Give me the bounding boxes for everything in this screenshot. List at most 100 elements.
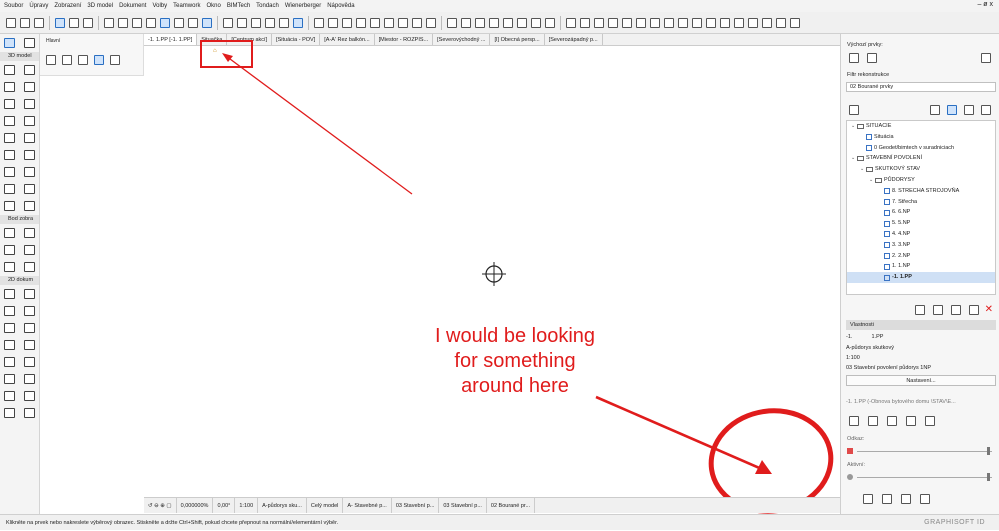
- scale-value[interactable]: 1:100: [235, 498, 259, 513]
- link-icon[interactable]: [849, 416, 859, 426]
- tree-folder-item[interactable]: ⌄ SKUTKOVÝ STAV: [847, 164, 995, 175]
- tree-view-item[interactable]: 5. 5.NP: [847, 218, 995, 229]
- clone-icon[interactable]: [950, 305, 961, 315]
- layout-icon[interactable]: [901, 494, 911, 504]
- printer-icon[interactable]: [867, 53, 877, 63]
- new-view-icon[interactable]: [914, 305, 925, 315]
- view-map-tree: ⌄ SITUACIE Situácia 0 Geodet/bimtech v sura…: [846, 120, 996, 295]
- delete-icon[interactable]: ✕: [985, 305, 993, 315]
- tree-view-item[interactable]: 7. Střecha: [847, 197, 995, 208]
- tree-view-item[interactable]: 8. STRECHA STROJOVŇA: [847, 186, 995, 197]
- red-arrow-top: [222, 53, 413, 195]
- folder-icon[interactable]: [981, 53, 991, 63]
- tree-item-label: 6. 6.NP: [892, 209, 911, 216]
- new-folder-icon[interactable]: [932, 305, 943, 315]
- crosshair-origin-icon: [482, 262, 506, 286]
- model-view-select[interactable]: Celý model: [307, 498, 344, 513]
- properties-mvo-row[interactable]: 03 Stavební povolení půdorys 1NP: [846, 364, 996, 373]
- view-sheet-icon: [884, 188, 890, 195]
- tree-item-label: 4. 4.NP: [892, 230, 911, 237]
- active-label: Aktivní:: [847, 462, 866, 468]
- folder-icon: [857, 123, 864, 129]
- properties-header[interactable]: Vlastnosti: [846, 320, 996, 330]
- navigator-mode-icons: [847, 105, 861, 115]
- link-label: Odkaz:: [847, 436, 865, 442]
- navigator-map-icons: [928, 105, 993, 115]
- active-slider-handle[interactable]: [987, 473, 990, 481]
- tree-item-label: 3. 3.NP: [892, 241, 911, 248]
- tree-item-label: SKUTKOVÝ STAV: [875, 166, 921, 173]
- goto-icon[interactable]: [906, 416, 916, 426]
- link-color-icon[interactable]: [847, 448, 853, 454]
- link-slider-handle[interactable]: [987, 447, 990, 455]
- tree-item-label: 0 Geodet/bimtech v suradniciach: [874, 144, 955, 151]
- view-map-icon[interactable]: [947, 105, 957, 115]
- properties-id-row: -1. 1.PP: [846, 333, 996, 342]
- tree-action-icons: ✕: [913, 305, 993, 315]
- view-id[interactable]: -1.: [846, 333, 870, 342]
- status-bar: Klikněte na prvek nebo nakreslete výběro…: [0, 514, 999, 530]
- tree-view-item[interactable]: 1. 1.NP: [847, 261, 995, 272]
- default-elements-icons: [847, 53, 879, 63]
- tree-folder-item[interactable]: ⌄ STAVEBNÍ POVOLENÍ: [847, 153, 995, 164]
- navigator-menu-icon[interactable]: [849, 105, 859, 115]
- refresh-icon[interactable]: [868, 416, 878, 426]
- zoom-value[interactable]: 0,000000%: [177, 498, 214, 513]
- tree-item-label: 5. 5.NP: [892, 220, 911, 227]
- tree-item-label: 2. 2.NP: [892, 252, 911, 259]
- annotation-line: for something: [454, 350, 576, 372]
- renovation-filter-select[interactable]: 02 Bourané prvky: [846, 82, 996, 92]
- settings-icon[interactable]: [968, 305, 979, 315]
- active-slider[interactable]: [857, 477, 992, 478]
- tree-view-item[interactable]: Situácia: [847, 132, 995, 143]
- tree-view-item[interactable]: 0 Geodet/bimtech v suradniciach: [847, 143, 995, 154]
- active-color-icon[interactable]: [847, 474, 853, 480]
- tree-item-label: 7. Střecha: [892, 198, 918, 205]
- navigation-icons[interactable]: ↺ ⊖ ⊕ ▢: [144, 498, 177, 513]
- sync-icon[interactable]: [887, 416, 897, 426]
- layout-icon[interactable]: [863, 494, 873, 504]
- view-name[interactable]: 1.PP: [872, 334, 884, 340]
- renovation-filter-select[interactable]: 02 Bourané pr...: [487, 498, 536, 513]
- tree-view-item[interactable]: 6. 6.NP: [847, 207, 995, 218]
- folder-icon: [875, 177, 882, 183]
- pen-set-select[interactable]: A- Stavebné p...: [343, 498, 392, 513]
- layer-combination-select[interactable]: A-půdorys sku...: [258, 498, 307, 513]
- tree-folder-item[interactable]: ⌄ PŮDORYSY: [847, 175, 995, 186]
- tree-view-item[interactable]: 4. 4.NP: [847, 229, 995, 240]
- view-sheet-icon: [884, 252, 890, 259]
- tree-view-item[interactable]: -1. 1.PP: [847, 272, 995, 283]
- annotation-line: around here: [461, 375, 569, 397]
- layout-icon[interactable]: [920, 494, 930, 504]
- tree-view-item[interactable]: 2. 2.NP: [847, 251, 995, 262]
- layout-icon[interactable]: [882, 494, 892, 504]
- angle-value[interactable]: 0,00°: [213, 498, 236, 513]
- view-path-text: -1. 1.PP (-Obnova bytového domu \STAV\E.…: [846, 399, 956, 405]
- renovation-filter-label: Filtr rekonstrukce: [847, 72, 890, 78]
- tree-item-label: -1. 1.PP: [892, 274, 912, 281]
- properties-scale-row[interactable]: 1:100: [846, 354, 996, 363]
- graphisoft-id-link[interactable]: GRAPHISOFT ID: [924, 515, 985, 531]
- view-sheet-icon: [884, 209, 890, 216]
- project-map-icon[interactable]: [930, 105, 940, 115]
- annotation-line: I would be looking: [434, 325, 596, 347]
- view-sheet-icon: [884, 274, 890, 281]
- layer-icon[interactable]: [849, 53, 859, 63]
- gear-icon[interactable]: [925, 416, 935, 426]
- tree-folder-item[interactable]: ⌄ SITUACIE: [847, 121, 995, 132]
- path-action-icons: [847, 416, 937, 426]
- layout-book-icon[interactable]: [964, 105, 974, 115]
- publisher-icon[interactable]: [981, 105, 991, 115]
- mvo-select[interactable]: 03 Stavební p...: [392, 498, 440, 513]
- tree-view-item[interactable]: 3. 3.NP: [847, 240, 995, 251]
- link-slider[interactable]: [857, 451, 992, 452]
- tree-item-label: SITUACIE: [866, 123, 892, 129]
- quick-options-bar: ↺ ⊖ ⊕ ▢ 0,000000% 0,00° 1:100 A-půdorys …: [144, 497, 840, 513]
- annotation-note: I would be looking for something around …: [400, 324, 630, 399]
- mvo-secondary-select[interactable]: 03 Stavební p...: [439, 498, 487, 513]
- tree-item-label: 8. STRECHA STROJOVŇA: [892, 187, 960, 194]
- folder-icon: [857, 156, 864, 162]
- settings-button[interactable]: Nastavení...: [846, 375, 996, 386]
- tree-item-label: Situácia: [874, 133, 894, 140]
- properties-layer-row[interactable]: A-půdorys skutkový: [846, 344, 996, 353]
